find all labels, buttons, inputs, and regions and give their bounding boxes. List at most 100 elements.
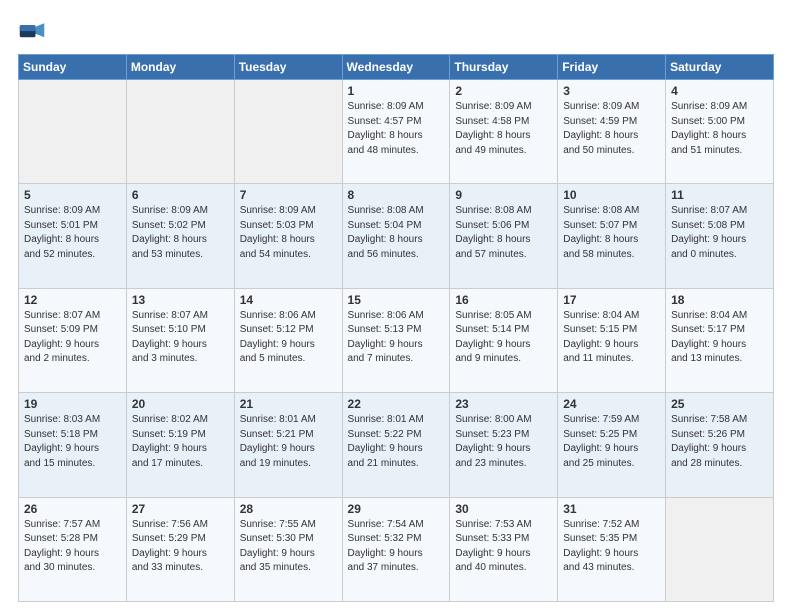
day-number: 12: [24, 293, 121, 307]
day-info: Sunrise: 8:05 AM Sunset: 5:14 PM Dayligh…: [455, 309, 552, 367]
day-info: Sunrise: 8:03 AM Sunset: 5:18 PM Dayligh…: [24, 413, 121, 471]
day-number: 16: [455, 293, 552, 307]
day-info: Sunrise: 7:59 AM Sunset: 5:25 PM Dayligh…: [563, 413, 660, 471]
calendar-cell: [19, 80, 127, 184]
calendar-cell: 11 Sunrise: 8:07 AM Sunset: 5:08 PM Dayli…: [666, 184, 774, 288]
calendar-cell: 25Sunrise: 7:58 AM Sunset: 5:26 PM Dayli…: [666, 393, 774, 497]
day-info: Sunrise: 8:02 AM Sunset: 5:19 PM Dayligh…: [132, 413, 229, 471]
day-info: Sunrise: 8:09 AM Sunset: 4:59 PM Dayligh…: [563, 100, 660, 158]
calendar-cell: 12 Sunrise: 8:07 AM Sunset: 5:09 PM Dayli…: [19, 288, 127, 392]
day-info: Sunrise: 8:07 AM Sunset: 5:09 PM Dayligh…: [24, 309, 121, 367]
day-number: 3: [563, 84, 660, 98]
weekday-header-wednesday: Wednesday: [342, 55, 450, 80]
day-info: Sunrise: 8:07 AM Sunset: 5:10 PM Dayligh…: [132, 309, 229, 367]
weekday-header-friday: Friday: [558, 55, 666, 80]
day-number: 21: [240, 397, 337, 411]
calendar-cell: 24Sunrise: 7:59 AM Sunset: 5:25 PM Dayli…: [558, 393, 666, 497]
calendar-cell: 10 Sunrise: 8:08 AM Sunset: 5:07 PM Dayli…: [558, 184, 666, 288]
calendar-cell: [666, 497, 774, 601]
day-info: Sunrise: 8:09 AM Sunset: 5:01 PM Dayligh…: [24, 204, 121, 262]
day-number: 2: [455, 84, 552, 98]
day-info: Sunrise: 8:09 AM Sunset: 5:00 PM Dayligh…: [671, 100, 768, 158]
day-number: 20: [132, 397, 229, 411]
calendar-cell: 13 Sunrise: 8:07 AM Sunset: 5:10 PM Dayli…: [126, 288, 234, 392]
day-number: 23: [455, 397, 552, 411]
page: SundayMondayTuesdayWednesdayThursdayFrid…: [0, 0, 792, 612]
day-number: 19: [24, 397, 121, 411]
calendar-cell: 6 Sunrise: 8:09 AM Sunset: 5:02 PM Daylig…: [126, 184, 234, 288]
weekday-header-monday: Monday: [126, 55, 234, 80]
calendar-week-row: 12 Sunrise: 8:07 AM Sunset: 5:09 PM Dayli…: [19, 288, 774, 392]
day-info: Sunrise: 8:07 AM Sunset: 5:08 PM Dayligh…: [671, 204, 768, 262]
day-info: Sunrise: 8:01 AM Sunset: 5:21 PM Dayligh…: [240, 413, 337, 471]
day-number: 27: [132, 502, 229, 516]
day-number: 17: [563, 293, 660, 307]
calendar-cell: 19 Sunrise: 8:03 AM Sunset: 5:18 PM Dayli…: [19, 393, 127, 497]
weekday-header-tuesday: Tuesday: [234, 55, 342, 80]
calendar-cell: 5 Sunrise: 8:09 AM Sunset: 5:01 PM Daylig…: [19, 184, 127, 288]
day-number: 7: [240, 188, 337, 202]
calendar-cell: 31 Sunrise: 7:52 AM Sunset: 5:35 PM Dayli…: [558, 497, 666, 601]
day-number: 29: [348, 502, 445, 516]
day-info: Sunrise: 7:52 AM Sunset: 5:35 PM Dayligh…: [563, 518, 660, 576]
calendar-cell: 18Sunrise: 8:04 AM Sunset: 5:17 PM Dayli…: [666, 288, 774, 392]
day-number: 26: [24, 502, 121, 516]
day-number: 13: [132, 293, 229, 307]
day-number: 1: [348, 84, 445, 98]
day-number: 8: [348, 188, 445, 202]
day-number: 31: [563, 502, 660, 516]
day-number: 30: [455, 502, 552, 516]
day-info: Sunrise: 7:56 AM Sunset: 5:29 PM Dayligh…: [132, 518, 229, 576]
calendar-cell: 20 Sunrise: 8:02 AM Sunset: 5:19 PM Dayli…: [126, 393, 234, 497]
day-info: Sunrise: 8:06 AM Sunset: 5:12 PM Dayligh…: [240, 309, 337, 367]
day-info: Sunrise: 8:08 AM Sunset: 5:06 PM Dayligh…: [455, 204, 552, 262]
day-number: 4: [671, 84, 768, 98]
day-info: Sunrise: 7:58 AM Sunset: 5:26 PM Dayligh…: [671, 413, 768, 471]
calendar-cell: 9 Sunrise: 8:08 AM Sunset: 5:06 PM Daylig…: [450, 184, 558, 288]
calendar-cell: 29 Sunrise: 7:54 AM Sunset: 5:32 PM Dayli…: [342, 497, 450, 601]
calendar-cell: 21 Sunrise: 8:01 AM Sunset: 5:21 PM Dayli…: [234, 393, 342, 497]
weekday-header-thursday: Thursday: [450, 55, 558, 80]
calendar-cell: 16 Sunrise: 8:05 AM Sunset: 5:14 PM Dayli…: [450, 288, 558, 392]
logo-area: [18, 18, 50, 46]
calendar-cell: 4 Sunrise: 8:09 AM Sunset: 5:00 PM Daylig…: [666, 80, 774, 184]
calendar-cell: [126, 80, 234, 184]
day-info: Sunrise: 7:57 AM Sunset: 5:28 PM Dayligh…: [24, 518, 121, 576]
day-number: 9: [455, 188, 552, 202]
day-info: Sunrise: 8:09 AM Sunset: 4:58 PM Dayligh…: [455, 100, 552, 158]
calendar-cell: 26 Sunrise: 7:57 AM Sunset: 5:28 PM Dayli…: [19, 497, 127, 601]
day-info: Sunrise: 7:54 AM Sunset: 5:32 PM Dayligh…: [348, 518, 445, 576]
day-info: Sunrise: 8:06 AM Sunset: 5:13 PM Dayligh…: [348, 309, 445, 367]
day-info: Sunrise: 8:01 AM Sunset: 5:22 PM Dayligh…: [348, 413, 445, 471]
weekday-header-row: SundayMondayTuesdayWednesdayThursdayFrid…: [19, 55, 774, 80]
day-info: Sunrise: 8:00 AM Sunset: 5:23 PM Dayligh…: [455, 413, 552, 471]
weekday-header-sunday: Sunday: [19, 55, 127, 80]
day-info: Sunrise: 8:08 AM Sunset: 5:04 PM Dayligh…: [348, 204, 445, 262]
calendar-week-row: 26 Sunrise: 7:57 AM Sunset: 5:28 PM Dayli…: [19, 497, 774, 601]
day-info: Sunrise: 8:09 AM Sunset: 4:57 PM Dayligh…: [348, 100, 445, 158]
day-info: Sunrise: 8:04 AM Sunset: 5:15 PM Dayligh…: [563, 309, 660, 367]
day-number: 6: [132, 188, 229, 202]
calendar-cell: 3 Sunrise: 8:09 AM Sunset: 4:59 PM Daylig…: [558, 80, 666, 184]
day-number: 11: [671, 188, 768, 202]
day-number: 10: [563, 188, 660, 202]
calendar-table: SundayMondayTuesdayWednesdayThursdayFrid…: [18, 54, 774, 602]
day-number: 18: [671, 293, 768, 307]
calendar-week-row: 1 Sunrise: 8:09 AM Sunset: 4:57 PM Daylig…: [19, 80, 774, 184]
day-info: Sunrise: 8:09 AM Sunset: 5:02 PM Dayligh…: [132, 204, 229, 262]
day-info: Sunrise: 7:53 AM Sunset: 5:33 PM Dayligh…: [455, 518, 552, 576]
calendar-cell: 14Sunrise: 8:06 AM Sunset: 5:12 PM Dayli…: [234, 288, 342, 392]
day-number: 28: [240, 502, 337, 516]
calendar-cell: 1 Sunrise: 8:09 AM Sunset: 4:57 PM Daylig…: [342, 80, 450, 184]
calendar-cell: 7Sunrise: 8:09 AM Sunset: 5:03 PM Daylig…: [234, 184, 342, 288]
calendar-week-row: 19 Sunrise: 8:03 AM Sunset: 5:18 PM Dayli…: [19, 393, 774, 497]
day-info: Sunrise: 8:08 AM Sunset: 5:07 PM Dayligh…: [563, 204, 660, 262]
weekday-header-saturday: Saturday: [666, 55, 774, 80]
day-number: 5: [24, 188, 121, 202]
calendar-cell: 22 Sunrise: 8:01 AM Sunset: 5:22 PM Dayli…: [342, 393, 450, 497]
calendar-cell: 17 Sunrise: 8:04 AM Sunset: 5:15 PM Dayli…: [558, 288, 666, 392]
calendar-week-row: 5 Sunrise: 8:09 AM Sunset: 5:01 PM Daylig…: [19, 184, 774, 288]
logo-icon: [18, 18, 46, 46]
day-number: 22: [348, 397, 445, 411]
header: [18, 18, 774, 46]
